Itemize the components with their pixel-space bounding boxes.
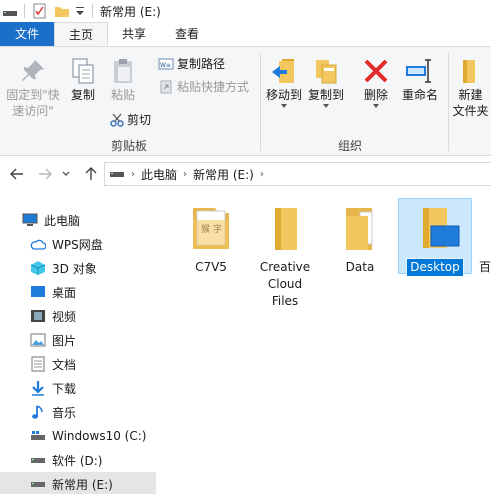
copy-icon: [72, 58, 94, 84]
ribbon: 固定到"快 速访问" 复制 粘贴 W≡ 复制路径 粘贴快捷方式 剪切 剪贴板 移…: [0, 46, 491, 156]
address-bar[interactable]: › 此电脑 › 新常用 (E:) ›: [104, 162, 491, 186]
folder-with-file-icon: [346, 208, 373, 250]
rename-button[interactable]: 重命名: [398, 57, 442, 103]
group-separator: [260, 53, 261, 151]
windows-drive-icon: [31, 431, 45, 440]
computer-icon: [22, 213, 38, 226]
desktop-folder-icon: [423, 208, 460, 248]
properties-icon[interactable]: [32, 3, 48, 19]
breadcrumb-separator-icon[interactable]: ›: [183, 169, 187, 180]
breadcrumb-current-drive[interactable]: 新常用 (E:): [193, 166, 254, 183]
copy-to-button[interactable]: 复制到: [306, 57, 346, 108]
breadcrumb-this-pc[interactable]: 此电脑: [141, 166, 177, 183]
ribbon-tabs: 文件 主页 共享 查看: [0, 22, 491, 47]
back-button[interactable]: [8, 165, 26, 183]
breadcrumb-separator-icon[interactable]: ›: [131, 169, 135, 180]
sidebar-item-documents[interactable]: 文档: [0, 352, 156, 376]
sidebar-item-this-pc[interactable]: 此电脑: [0, 208, 156, 232]
rename-icon: [406, 59, 431, 83]
paste-icon: [114, 59, 132, 83]
copy-button[interactable]: 复制: [66, 57, 100, 103]
move-to-button[interactable]: 移动到: [264, 57, 304, 108]
drive-icon[interactable]: [2, 3, 18, 19]
title-separator: [92, 4, 93, 18]
sidebar-item-videos[interactable]: 视频: [0, 304, 156, 328]
title-bar: 新常用 (E:): [0, 0, 491, 22]
chevron-down-icon: [62, 171, 70, 176]
tab-view[interactable]: 查看: [160, 22, 214, 46]
video-icon: [31, 310, 45, 322]
pin-icon: [22, 60, 44, 81]
tab-share[interactable]: 共享: [108, 22, 160, 46]
file-item-desktop[interactable]: Desktop: [398, 198, 472, 277]
tab-file[interactable]: 文件: [0, 22, 54, 46]
3d-objects-icon: [30, 261, 46, 275]
new-folder-icon[interactable]: [54, 3, 70, 19]
delete-button[interactable]: 删除: [358, 57, 394, 108]
cloud-icon: [30, 239, 46, 250]
breadcrumb-separator-icon[interactable]: ›: [260, 169, 264, 180]
chevron-down-icon: [281, 104, 287, 108]
music-icon: [32, 405, 43, 419]
paste-shortcut-icon: [160, 80, 172, 93]
sidebar-item-pictures[interactable]: 图片: [0, 328, 156, 352]
group-separator: [448, 53, 449, 151]
copy-path-button[interactable]: W≡ 复制路径: [158, 55, 225, 72]
organize-group-label: 组织: [337, 139, 362, 153]
arrow-up-icon: [85, 167, 97, 180]
forward-button[interactable]: [36, 165, 54, 183]
sidebar-item-wps-cloud[interactable]: WPS网盘: [0, 232, 156, 256]
download-icon: [32, 381, 44, 396]
up-button[interactable]: [82, 165, 100, 183]
sidebar-item-music[interactable]: 音乐: [0, 400, 156, 424]
paste-shortcut-button[interactable]: 粘贴快捷方式: [158, 78, 249, 95]
navigation-pane: 此电脑 WPS网盘 3D 对象 桌面 视频 图片 文档 下载 音乐 Window…: [0, 192, 156, 494]
copy-path-icon: W≡: [158, 58, 174, 69]
sidebar-item-drive-c[interactable]: Windows10 (C:): [0, 424, 156, 448]
navigation-bar: › 此电脑 › 新常用 (E:) ›: [0, 156, 491, 192]
chevron-down-icon: [373, 104, 379, 108]
pin-to-quick-access-button[interactable]: 固定到"快 速访问": [4, 57, 62, 119]
drive-icon: [110, 172, 124, 177]
pictures-icon: [30, 333, 46, 347]
copy-to-icon: [316, 60, 337, 84]
customize-toolbar-icon[interactable]: [74, 3, 86, 19]
file-item-data[interactable]: Data: [323, 202, 397, 276]
file-item-partial[interactable]: 百: [474, 202, 491, 276]
file-list: 猴 字 C7V5 Creative Cloud Files Data: [160, 192, 491, 494]
drive-icon: [31, 458, 45, 463]
sidebar-item-desktop[interactable]: 桌面: [0, 280, 156, 304]
tab-home[interactable]: 主页: [54, 22, 108, 47]
cut-button[interactable]: 剪切: [110, 111, 151, 128]
new-folder-button[interactable]: 新建 文件夹: [450, 57, 491, 119]
move-to-icon: [272, 59, 294, 83]
sidebar-item-drive-e[interactable]: 新常用 (E:): [0, 472, 156, 494]
window-title: 新常用 (E:): [100, 5, 161, 19]
sidebar-item-3d-objects[interactable]: 3D 对象: [0, 256, 156, 280]
folder-icon: [275, 208, 297, 250]
title-separator: [24, 4, 25, 18]
file-item-creative-cloud-files[interactable]: Creative Cloud Files: [248, 202, 322, 310]
recent-locations-button[interactable]: [60, 165, 72, 183]
chevron-down-icon: [323, 104, 329, 108]
arrow-left-icon: [10, 168, 23, 180]
file-item-c7v5[interactable]: 猴 字 C7V5: [174, 202, 248, 276]
documents-icon: [31, 356, 45, 372]
arrow-right-icon: [39, 168, 52, 180]
clipboard-group-label: 剪贴板: [110, 139, 147, 153]
sidebar-item-drive-d[interactable]: 软件 (D:): [0, 448, 156, 472]
paste-button[interactable]: 粘贴: [106, 57, 140, 103]
delete-x-icon: [364, 59, 388, 83]
folder-with-documents-icon: 猴 字: [193, 208, 229, 249]
new-folder-icon: [462, 60, 475, 83]
sidebar-item-downloads[interactable]: 下载: [0, 376, 156, 400]
drive-icon: [31, 482, 45, 487]
svg-text:W≡: W≡: [160, 62, 171, 69]
rename-textbox[interactable]: Desktop: [406, 258, 464, 277]
desktop-icon: [31, 286, 45, 297]
scissors-icon: [110, 113, 124, 127]
